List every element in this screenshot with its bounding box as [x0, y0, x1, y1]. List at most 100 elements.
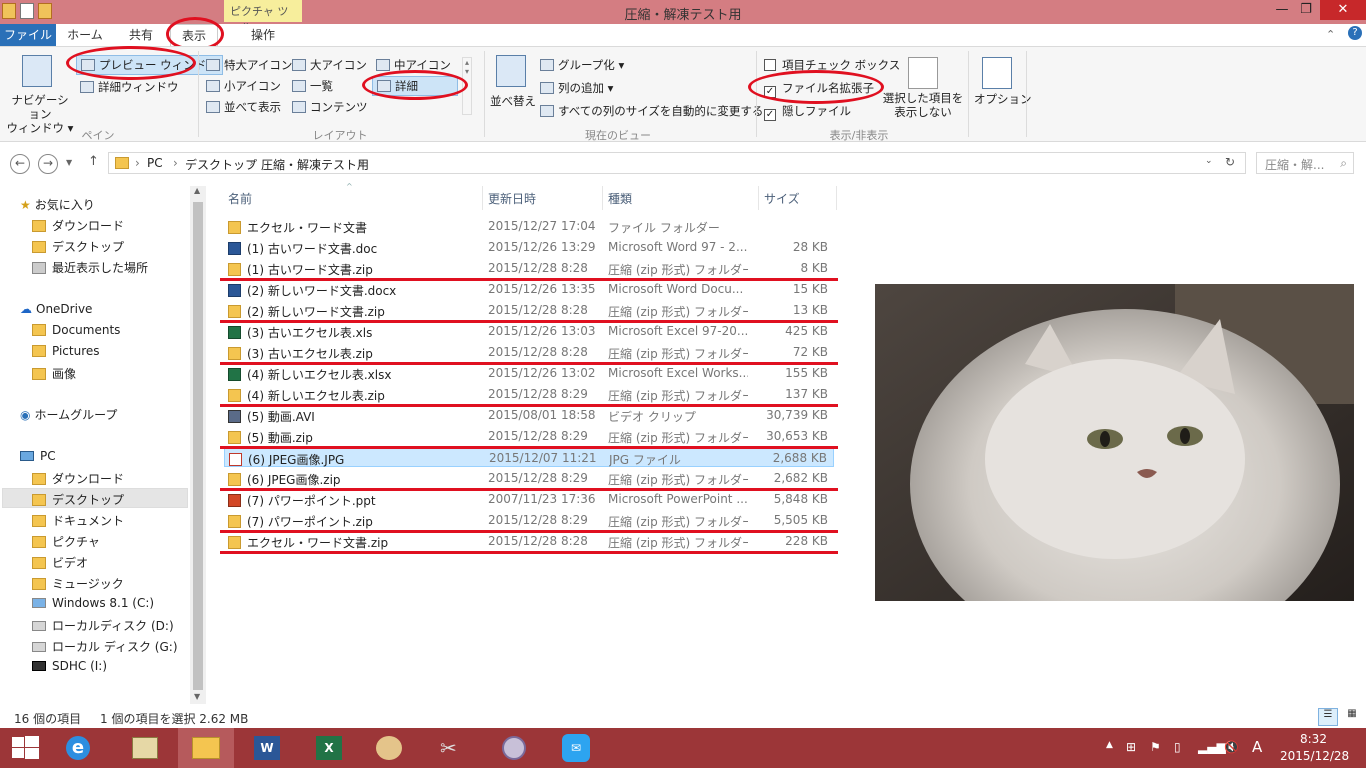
layout-extra-large-icons[interactable]: 特大アイコン	[206, 57, 292, 73]
tab-manage[interactable]: 操作	[238, 24, 288, 46]
nav-pc-pictures[interactable]: ピクチャ	[32, 533, 100, 550]
breadcrumb-current[interactable]: 圧縮・解凍テスト用	[261, 156, 369, 173]
table-row[interactable]: (6) JPEG画像.zip 2015/12/28 8:29 圧縮 (zip 形式)…	[224, 468, 834, 488]
word-button[interactable]: W	[240, 728, 296, 768]
nav-drive-c[interactable]: Windows 8.1 (C:)	[32, 596, 154, 610]
details-pane-button[interactable]: 詳細ウィンドウ	[80, 79, 179, 95]
flag-icon[interactable]: ⚑	[1150, 740, 1161, 754]
layout-gallery-scroll[interactable]: ▴ ▾	[462, 57, 472, 115]
table-row[interactable]: (2) 新しいワード文書.zip 2015/12/28 8:28 圧縮 (zip 形…	[224, 300, 834, 320]
minimize-ribbon-icon[interactable]: ⌃	[1326, 28, 1335, 41]
show-hidden-icons[interactable]: ▲	[1106, 740, 1113, 750]
maximize-button[interactable]: ❐	[1292, 0, 1320, 20]
table-row[interactable]: (5) 動画.zip 2015/12/28 8:29 圧縮 (zip 形式) フォル…	[224, 426, 834, 446]
layout-details[interactable]: 詳細	[372, 76, 458, 96]
table-row[interactable]: (7) パワーポイント.zip 2015/12/28 8:29 圧縮 (zip 形式…	[224, 510, 834, 530]
paint-button[interactable]	[362, 728, 418, 768]
scroll-up-icon[interactable]: ▲	[194, 186, 200, 195]
nav-favorites[interactable]: ★ お気に入り	[20, 196, 95, 213]
nav-documents[interactable]: Documents	[32, 323, 120, 337]
table-row[interactable]: (7) パワーポイント.ppt 2007/11/23 17:36 Microsoft…	[224, 489, 834, 509]
breadcrumb-pc[interactable]: PC	[147, 156, 163, 170]
search-input[interactable]: 圧縮・解... ⌕	[1256, 152, 1354, 174]
table-row[interactable]: エクセル・ワード文書.zip 2015/12/28 8:28 圧縮 (zip 形式)…	[224, 531, 834, 551]
up-button[interactable]: ↑	[88, 154, 99, 169]
tab-file[interactable]: ファイル	[0, 24, 56, 46]
options-button[interactable]: オプション	[974, 91, 1032, 107]
nav-homegroup[interactable]: ◉ ホームグループ	[20, 406, 117, 423]
internet-explorer-button[interactable]: e	[50, 728, 106, 768]
nav-scrollbar[interactable]: ▲ ▼	[190, 186, 206, 704]
file-extensions-toggle[interactable]: ✓ ファイル名拡張子	[764, 80, 874, 98]
details-view-icon[interactable]: ☰	[1318, 708, 1338, 726]
table-row[interactable]: (1) 古いワード文書.doc 2015/12/26 13:29 Microsoft…	[224, 237, 834, 257]
column-header-type[interactable]: 種類	[608, 190, 632, 207]
nav-recent[interactable]: 最近表示した場所	[32, 259, 148, 276]
address-bar[interactable]: › PC › デスクトップ › 圧縮・解凍テスト用 › ⌄ ↻	[108, 152, 1246, 174]
nav-pc-desktop[interactable]: デスクトップ	[32, 491, 124, 508]
column-header-name[interactable]: 名前	[228, 190, 252, 207]
forward-button[interactable]: →	[38, 154, 58, 174]
action-center-icon[interactable]: ⊞	[1126, 740, 1136, 754]
back-button[interactable]: ←	[10, 154, 30, 174]
table-row[interactable]: (5) 動画.AVI 2015/08/01 18:58 ビデオ クリップ 30,739…	[224, 405, 834, 425]
recent-locations-icon[interactable]: ▼	[66, 158, 72, 167]
hide-selected-button[interactable]: 選択した項目を 表示しない	[880, 91, 966, 119]
tab-view[interactable]: 表示	[170, 24, 218, 46]
nav-desktop[interactable]: デスクトップ	[32, 238, 124, 255]
layout-list[interactable]: 一覧	[292, 78, 333, 94]
layout-content[interactable]: コンテンツ	[292, 99, 368, 115]
nav-pc-music[interactable]: ミュージック	[32, 575, 124, 592]
group-by-button[interactable]: グループ化 ▾	[540, 57, 624, 73]
volume-muted-icon[interactable]: 🔇	[1224, 740, 1239, 754]
app-button[interactable]	[116, 728, 172, 768]
nav-drive-i[interactable]: SDHC (I:)	[32, 659, 107, 673]
clock-time[interactable]: 8:32	[1300, 732, 1327, 746]
nav-drive-g[interactable]: ローカル ディスク (G:)	[32, 638, 178, 655]
table-row[interactable]: (2) 新しいワード文書.docx 2015/12/26 13:35 Microso…	[224, 279, 834, 299]
preview-pane-button[interactable]: プレビュー ウィンドウ	[76, 55, 223, 75]
scroll-down-icon[interactable]: ▼	[194, 692, 200, 701]
address-dropdown-icon[interactable]: ⌄	[1205, 156, 1213, 166]
help-icon[interactable]: ?	[1348, 26, 1362, 40]
nav-pc-videos[interactable]: ビデオ	[32, 554, 88, 571]
table-row[interactable]: エクセル・ワード文書 2015/12/27 17:04 ファイル フォルダー	[224, 216, 834, 236]
nav-pc[interactable]: PC	[20, 449, 56, 463]
column-divider[interactable]	[758, 186, 759, 210]
add-columns-button[interactable]: 列の追加 ▾	[540, 80, 613, 96]
snipping-tool-button[interactable]: ✂	[424, 728, 480, 768]
battery-icon[interactable]: ▯	[1174, 740, 1181, 754]
table-row[interactable]: (6) JPEG画像.JPG 2015/12/07 11:21 JPG ファイル 2,…	[224, 447, 834, 467]
table-row[interactable]: (1) 古いワード文書.zip 2015/12/28 8:28 圧縮 (zip 形式…	[224, 258, 834, 278]
excel-button[interactable]: X	[302, 728, 358, 768]
nav-images[interactable]: 画像	[32, 365, 76, 382]
close-button[interactable]: ✕	[1320, 0, 1366, 20]
item-checkboxes-toggle[interactable]: 項目チェック ボックス	[764, 57, 900, 73]
nav-pc-documents[interactable]: ドキュメント	[32, 512, 124, 529]
tab-share[interactable]: 共有	[116, 24, 166, 46]
table-row[interactable]: (4) 新しいエクセル表.xlsx 2015/12/26 13:02 Microso…	[224, 363, 834, 383]
chat-app-button[interactable]: ✉	[548, 728, 604, 768]
hidden-items-toggle[interactable]: ✓ 隠しファイル	[764, 103, 851, 121]
nav-onedrive[interactable]: ☁ OneDrive	[20, 302, 92, 316]
nav-drive-d[interactable]: ローカルディスク (D:)	[32, 617, 174, 634]
table-row[interactable]: (3) 古いエクセル表.xls 2015/12/26 13:03 Microsoft…	[224, 321, 834, 341]
layout-small-icons[interactable]: 小アイコン	[206, 78, 281, 94]
large-icons-view-icon[interactable]: ▦	[1342, 708, 1362, 726]
network-icon[interactable]: ▂▄▆	[1198, 740, 1226, 754]
nav-pictures[interactable]: Pictures	[32, 344, 100, 358]
table-row[interactable]: (4) 新しいエクセル表.zip 2015/12/28 8:29 圧縮 (zip 形…	[224, 384, 834, 404]
layout-tiles[interactable]: 並べて表示	[206, 99, 281, 115]
tab-home[interactable]: ホーム	[60, 24, 110, 46]
file-explorer-button[interactable]	[178, 728, 234, 768]
table-row[interactable]: (3) 古いエクセル表.zip 2015/12/28 8:28 圧縮 (zip 形式…	[224, 342, 834, 362]
breadcrumb-desktop[interactable]: デスクトップ	[185, 156, 257, 173]
column-header-date[interactable]: 更新日時	[488, 190, 536, 207]
layout-medium-icons[interactable]: 中アイコン	[376, 57, 451, 73]
nav-scroll-thumb[interactable]	[193, 202, 203, 690]
column-divider[interactable]	[836, 186, 837, 210]
nav-downloads[interactable]: ダウンロード	[32, 217, 124, 234]
layout-large-icons[interactable]: 大アイコン	[292, 57, 367, 73]
column-divider[interactable]	[482, 186, 483, 210]
size-all-columns-button[interactable]: すべての列のサイズを自動的に変更する	[540, 103, 763, 119]
